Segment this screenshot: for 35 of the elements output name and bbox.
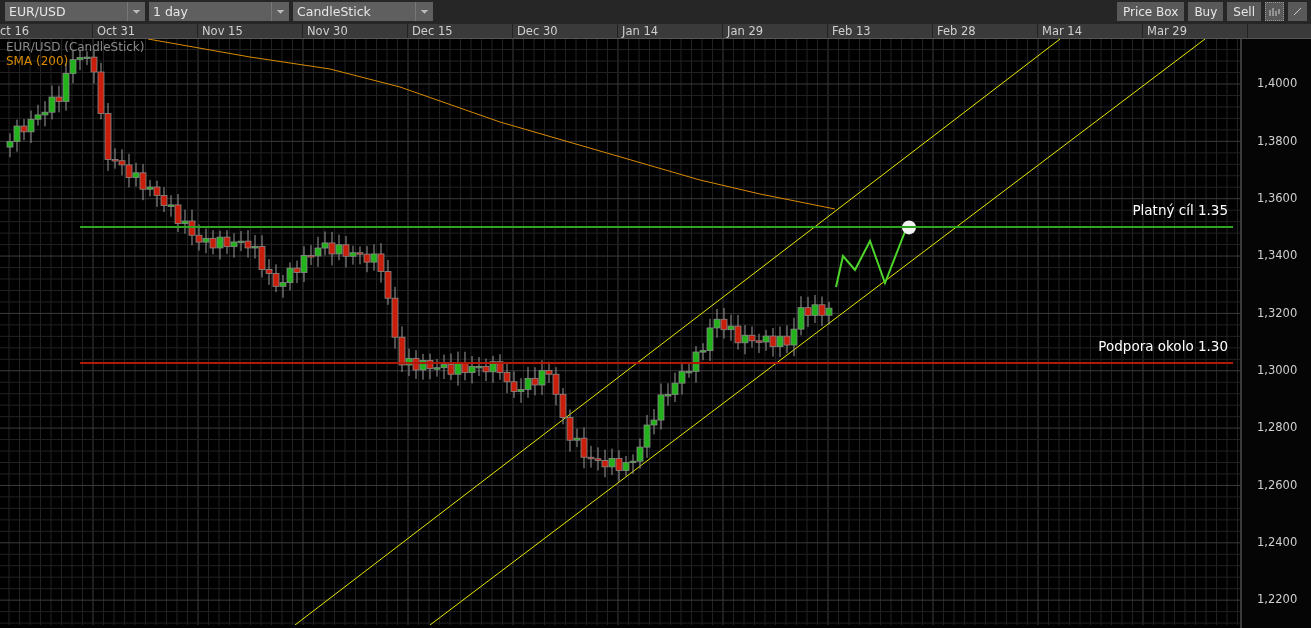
- date-label: Jan 14: [622, 23, 659, 38]
- legend-label: SMA (200): [6, 53, 70, 68]
- price-label: 1,3800: [1257, 133, 1298, 148]
- legend-label: EUR/USD (CandleStick): [6, 39, 145, 54]
- price-label: 1,3600: [1257, 190, 1298, 205]
- date-label: Jan 29: [727, 23, 764, 38]
- date-label: Feb 13: [832, 23, 871, 38]
- annotation-label: Platný cíl 1.35: [1132, 201, 1228, 218]
- price-label: 1,3000: [1257, 362, 1298, 377]
- bar-chart-icon: [1269, 6, 1280, 17]
- date-label: Mar 14: [1042, 23, 1082, 38]
- date-label: Mar 29: [1147, 23, 1187, 38]
- dropdown[interactable]: 1 day: [149, 2, 289, 22]
- date-label: Dec 15: [412, 23, 453, 38]
- price-label: 1,2400: [1257, 535, 1298, 549]
- buy-button[interactable]: Buy: [1188, 2, 1224, 22]
- line-icon: [1293, 7, 1302, 17]
- price-label: 1,4000: [1257, 76, 1298, 91]
- date-label: Nov 15: [202, 23, 243, 38]
- dropdown[interactable]: CandleStick: [293, 2, 433, 22]
- sell-button[interactable]: Sell: [1227, 2, 1261, 22]
- price-label: 1,3200: [1257, 305, 1298, 320]
- date-label: Feb 28: [937, 23, 976, 38]
- price-label: 1,2800: [1257, 420, 1298, 435]
- price-label: 1,3400: [1257, 248, 1298, 263]
- date-label: Dec 30: [517, 23, 558, 38]
- date-label: Oct 31: [97, 23, 136, 38]
- date-label: Nov 30: [307, 23, 348, 38]
- price-label: 1,2600: [1257, 477, 1298, 492]
- tool-button[interactable]: [1265, 2, 1284, 22]
- price-label: 1,2200: [1257, 592, 1298, 607]
- price-box-button[interactable]: Price Box: [1116, 2, 1185, 22]
- annotation-label: Podpora okolo 1.30: [1098, 338, 1228, 355]
- dropdown[interactable]: EUR/USD: [5, 2, 145, 22]
- date-label: ct 16: [0, 23, 30, 38]
